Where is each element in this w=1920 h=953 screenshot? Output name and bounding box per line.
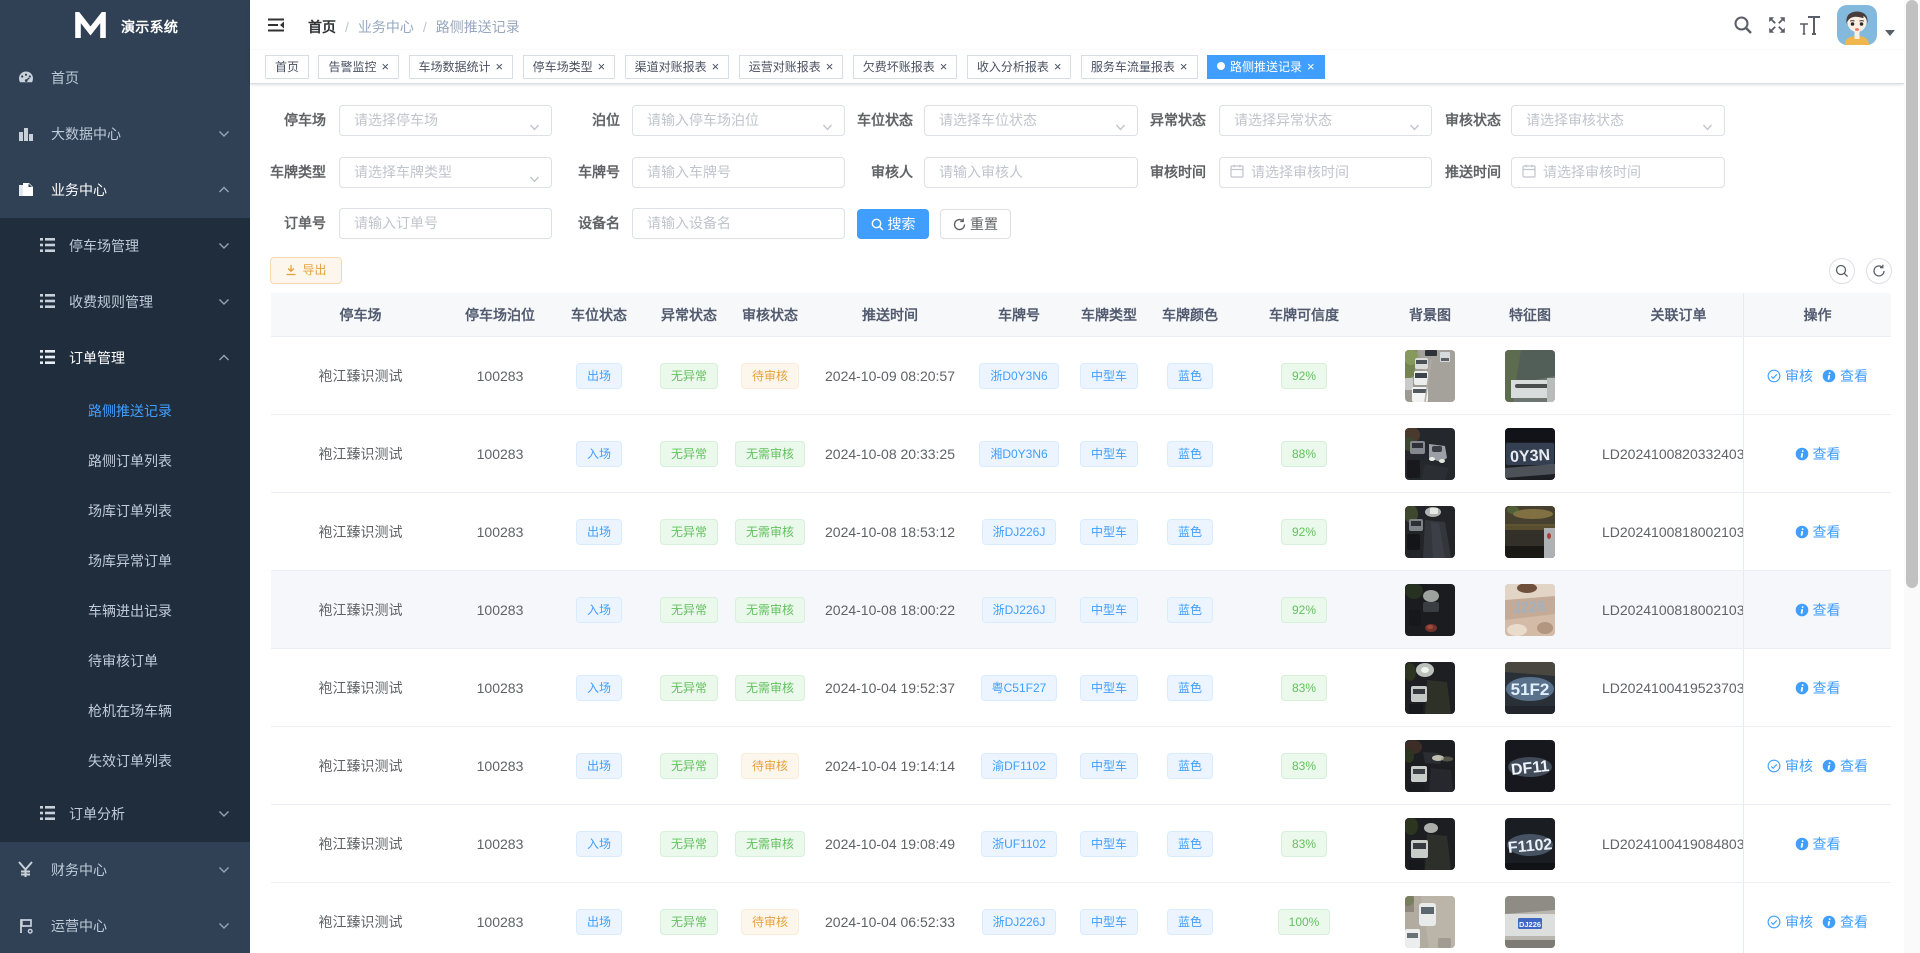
- svg-text:DJ226: DJ226: [1519, 920, 1541, 929]
- svg-text:J226: J226: [1512, 597, 1546, 616]
- svg-text:0Y3N: 0Y3N: [1510, 446, 1551, 465]
- svg-text:51F2: 51F2: [1511, 680, 1550, 699]
